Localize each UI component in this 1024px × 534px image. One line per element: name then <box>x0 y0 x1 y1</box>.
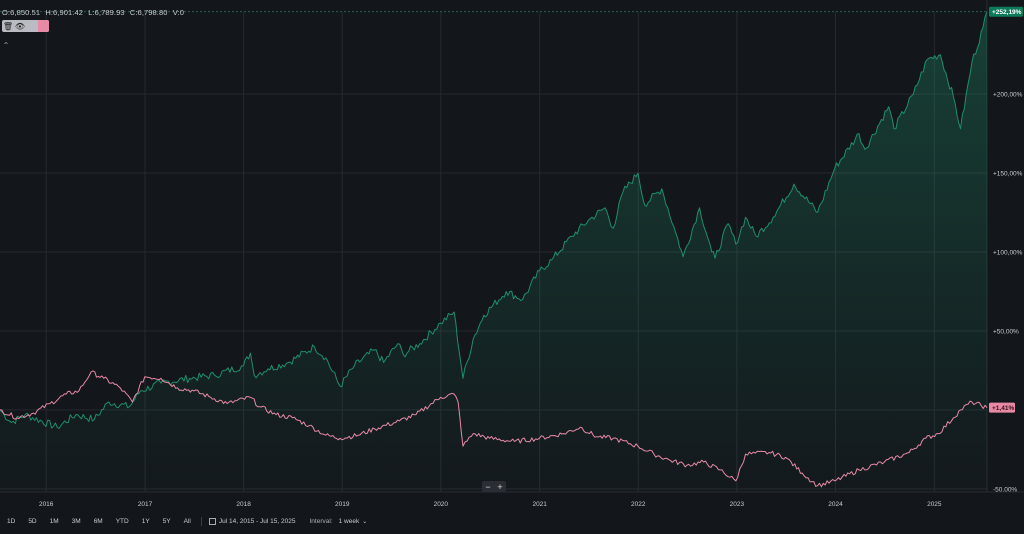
series-b-value-badge: +1,41% <box>989 402 1015 413</box>
x-tick-label: 2017 <box>138 501 153 508</box>
chevron-down-icon: ⌄ <box>362 519 368 525</box>
chevron-up-icon[interactable]: ⌃ <box>2 41 10 50</box>
y-tick-label: +50,00% <box>993 328 1019 335</box>
ohlc-high: H:6,901.42 <box>45 8 84 17</box>
ohlc-low: L:6,789.93 <box>88 8 125 17</box>
toolbar-divider <box>200 517 202 526</box>
interval-label: Interval: <box>309 518 333 525</box>
chart-area[interactable]: +200,00% +150,00% +100,00% +50,00% -50,00% 20… <box>0 0 1024 529</box>
chart-svg[interactable]: +200,00%+150,00%+100,00%+50,00%-50,00%20… <box>0 0 1024 529</box>
range-ytd-button[interactable]: YTD <box>116 518 129 525</box>
x-tick-label: 2023 <box>730 501 745 508</box>
x-tick-label: 2016 <box>39 501 54 508</box>
y-tick-label: +150,00% <box>993 171 1023 178</box>
series-a-value-badge: +252,19% <box>989 6 1023 17</box>
series-legend-tools: 🗑 👁 <box>2 20 49 32</box>
range-1y-button[interactable]: 1Y <box>142 518 150 525</box>
calendar-icon <box>208 518 216 525</box>
badge-text: +252,19% <box>992 9 1022 16</box>
y-tick-label: +100,00% <box>993 250 1023 257</box>
x-tick-label: 2019 <box>335 501 350 508</box>
y-tick-label: +200,00% <box>993 92 1023 99</box>
range-1d-button[interactable]: 1D <box>7 518 15 525</box>
ohlc-volume: V:0 <box>172 8 185 17</box>
x-tick-label: 2022 <box>631 501 646 508</box>
interval-select[interactable]: 1 week ⌄ <box>339 518 368 525</box>
ohlc-open: O:6,850.51 <box>2 8 41 17</box>
eye-icon[interactable]: 👁 <box>14 20 26 32</box>
range-5y-button[interactable]: 5Y <box>163 518 171 525</box>
series-color-swatch[interactable] <box>38 20 49 32</box>
range-6m-button[interactable]: 6M <box>94 518 103 525</box>
x-tick-label: 2020 <box>434 501 449 508</box>
x-tick-label: 2025 <box>927 501 942 508</box>
zoom-control: − + <box>482 481 506 492</box>
zoom-out-button[interactable]: − <box>485 482 490 492</box>
badge-text: +1,41% <box>992 405 1014 412</box>
range-1m-button[interactable]: 1M <box>50 518 59 525</box>
range-all-button[interactable]: All <box>184 518 191 525</box>
trash-icon[interactable]: 🗑 <box>2 20 14 32</box>
interval-value: 1 week <box>338 518 360 525</box>
date-range-label: Jul 14, 2015 - Jul 15, 2025 <box>218 518 296 525</box>
bottom-toolbar: 1D 5D 1M 3M 6M YTD 1Y 5Y All Jul 14, 201… <box>0 514 1024 529</box>
ohlc-legend: O:6,850.51 H:6,901.42 L:6,789.93 C:6,798… <box>2 8 187 17</box>
range-5d-button[interactable]: 5D <box>28 518 36 525</box>
range-3m-button[interactable]: 3M <box>72 518 81 525</box>
x-tick-label: 2018 <box>236 501 251 508</box>
x-tick-label: 2021 <box>532 501 547 508</box>
x-tick-label: 2024 <box>828 501 843 508</box>
zoom-in-button[interactable]: + <box>497 482 502 492</box>
date-range-button[interactable]: Jul 14, 2015 - Jul 15, 2025 <box>208 518 296 525</box>
ohlc-close: C:6,798.80 <box>129 8 168 17</box>
